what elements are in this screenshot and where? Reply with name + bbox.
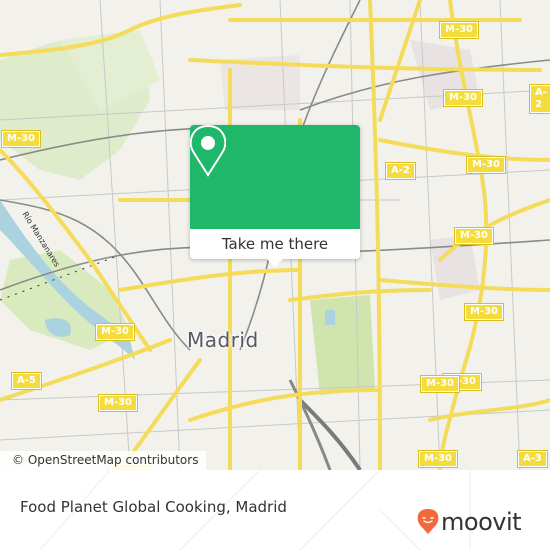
park-retiro <box>310 295 375 395</box>
moovit-wordmark: moovit <box>441 508 522 536</box>
road-shield: A-2 <box>529 84 550 114</box>
road-shield: M-30 <box>97 394 139 412</box>
map-attribution[interactable]: © OpenStreetMap contributors <box>0 451 207 470</box>
road-shield: A-3 <box>517 450 548 468</box>
pond <box>325 310 335 325</box>
city-label: Madrid <box>187 328 259 352</box>
road-shield: M-30 <box>442 89 484 107</box>
place-name: Food Planet Global Cooking, Madrid <box>20 498 287 516</box>
road-shield: M-30 <box>0 130 42 148</box>
map[interactable]: M-30 M-30 A-2 M-30 M-30 M-30 M-30 A-2 M-… <box>0 0 550 470</box>
popup-header <box>190 125 360 229</box>
road-shield: M-30 <box>419 375 461 393</box>
road-shield: A-5 <box>11 372 42 390</box>
road-shield: M-30 <box>417 450 459 468</box>
road-shield: A-2 <box>385 162 416 180</box>
take-me-there-button[interactable]: Take me there <box>190 229 360 259</box>
moovit-logo[interactable]: moovit <box>417 508 522 536</box>
road-shield: M-30 <box>465 156 507 174</box>
road-shield: M-30 <box>438 21 480 39</box>
map-pin-icon <box>190 125 226 177</box>
moovit-pin-icon <box>417 509 439 534</box>
location-popup[interactable]: Take me there <box>190 125 360 267</box>
road-shield: M-30 <box>463 303 505 321</box>
road-shield: M-30 <box>94 323 136 341</box>
road-shield: M-30 <box>453 227 495 245</box>
popup-tail <box>267 259 283 267</box>
